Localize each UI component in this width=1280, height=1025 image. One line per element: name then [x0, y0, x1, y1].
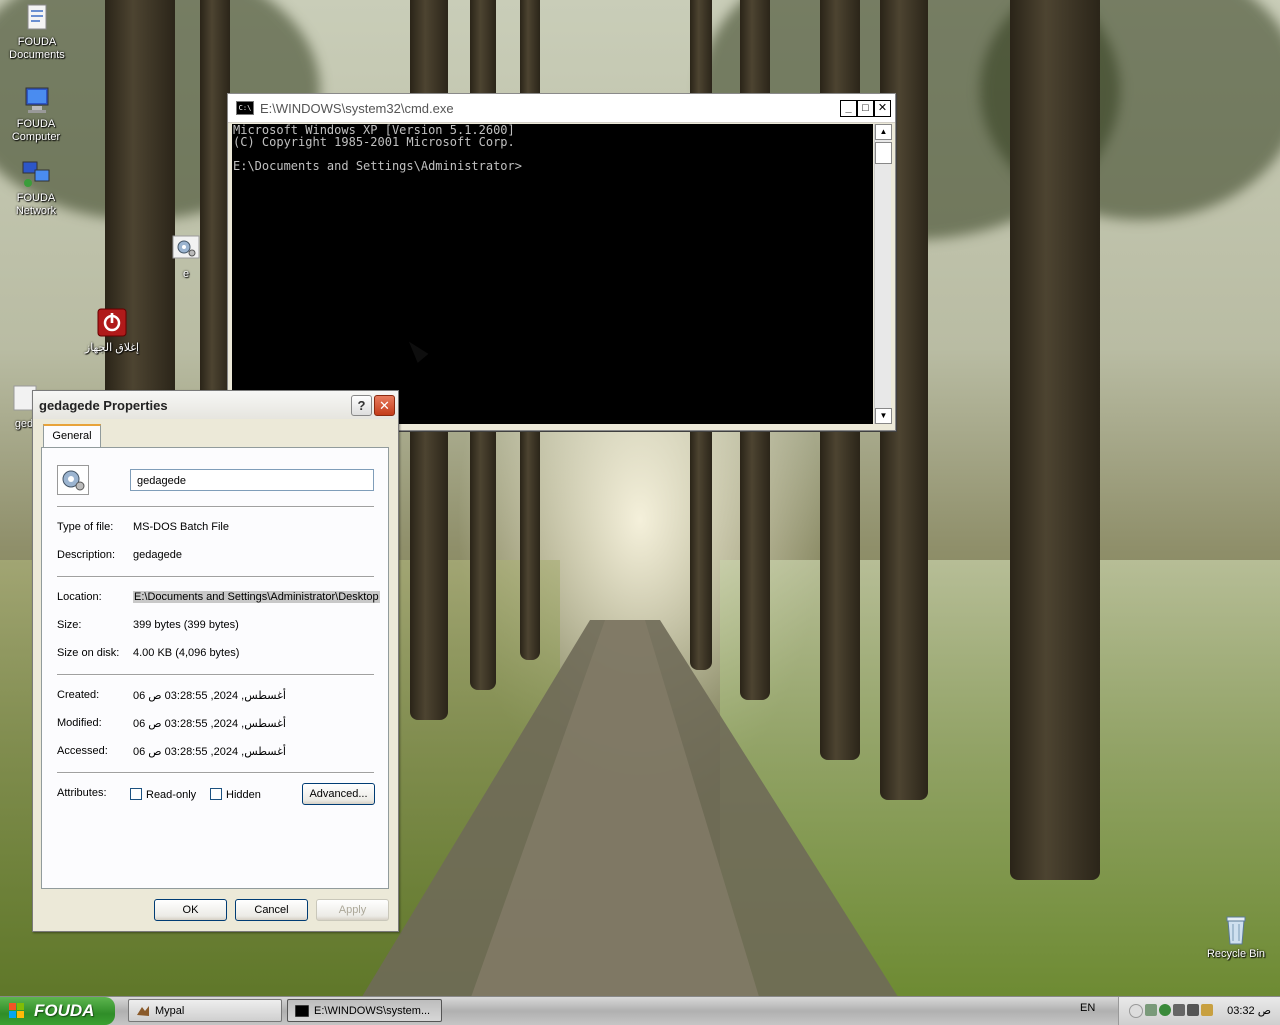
created-label: Created: — [57, 689, 100, 701]
desktop-icon-recycle-bin[interactable]: Recycle Bin — [1200, 914, 1272, 961]
clock[interactable]: 03:32 ص — [1227, 997, 1271, 1025]
dialog-title: gedagede Properties — [39, 397, 168, 413]
created-value: 06 أغسطس, 2024, 03:28:55 ص — [133, 690, 286, 702]
taskbar-button-label: E:\WINDOWS\system... — [314, 1005, 431, 1017]
location-value-wrap: E:\Documents and Settings\Administrator\… — [133, 591, 380, 603]
network-icon — [20, 158, 52, 190]
taskbar-button-label: Mypal — [155, 1005, 185, 1017]
icon-label: إغلاق الجهاز — [84, 342, 140, 354]
accessed-value: 06 أغسطس, 2024, 03:28:55 ص — [133, 746, 286, 758]
taskbar-button-cmd[interactable]: E:\WINDOWS\system... — [287, 999, 442, 1022]
computer-icon — [20, 84, 52, 116]
console-icon: C:\ — [236, 101, 254, 115]
size-on-disk-value: 4.00 KB (4,096 bytes) — [133, 647, 240, 659]
type-value: MS-DOS Batch File — [133, 521, 229, 533]
scroll-down-arrow-icon[interactable]: ▼ — [875, 408, 892, 424]
dialog-close-button[interactable]: ✕ — [374, 395, 395, 416]
readonly-label[interactable]: Read-only — [146, 789, 196, 801]
accessed-label: Accessed: — [57, 745, 108, 757]
description-value: gedagede — [133, 549, 182, 561]
desktop-icon-documents[interactable]: FOUDA Documents — [1, 2, 73, 62]
size-value: 399 bytes (399 bytes) — [133, 619, 239, 631]
console-scrollbar[interactable]: ▲ ▼ — [874, 124, 892, 424]
ok-button[interactable]: OK — [154, 899, 227, 921]
tray-sound-icon[interactable] — [1173, 1004, 1185, 1016]
desktop-icon-shutdown[interactable]: إغلاق الجهاز — [76, 308, 148, 355]
size-label: Size: — [57, 619, 82, 631]
desktop-icon-network[interactable]: FOUDA Network — [0, 158, 72, 218]
start-label: FOUDA — [34, 1001, 95, 1020]
divider — [57, 772, 374, 774]
scroll-up-arrow-icon[interactable]: ▲ — [875, 124, 892, 140]
general-tab-panel: gedagede Type of file: MS-DOS Batch File… — [41, 447, 389, 889]
tab-general[interactable]: General — [43, 424, 101, 448]
modified-label: Modified: — [57, 717, 102, 729]
console-output[interactable]: Microsoft Windows XP [Version 5.1.2600](… — [232, 124, 873, 424]
location-value[interactable]: E:\Documents and Settings\Administrator\… — [133, 591, 380, 603]
scroll-thumb[interactable] — [875, 142, 892, 164]
type-label: Type of file: — [57, 521, 114, 533]
documents-folder-icon — [21, 2, 53, 34]
tree-trunk — [1010, 0, 1100, 880]
windows-flag-icon — [9, 1003, 24, 1018]
hidden-checkbox[interactable] — [210, 788, 222, 800]
start-button[interactable]: FOUDA — [0, 997, 115, 1025]
taskbar-button-mypal[interactable]: Mypal — [128, 999, 282, 1022]
apply-button[interactable]: Apply — [316, 899, 389, 921]
size-on-disk-label: Size on disk: — [57, 647, 120, 659]
console-icon — [295, 1005, 309, 1017]
close-button[interactable]: ✕ — [874, 100, 891, 117]
icon-label: Computer — [11, 131, 61, 143]
hidden-label[interactable]: Hidden — [226, 789, 261, 801]
tray-security-icon[interactable] — [1159, 1004, 1171, 1016]
icon-label: FOUDA — [17, 36, 57, 48]
desktop-icon-e[interactable]: e — [150, 234, 222, 281]
icon-label: Network — [15, 205, 57, 217]
cmd-window: C:\ E:\WINDOWS\system32\cmd.exe _ □ ✕ Mi… — [227, 93, 896, 431]
icon-label: FOUDA — [16, 118, 56, 130]
attributes-label: Attributes: — [57, 787, 107, 799]
maximize-button[interactable]: □ — [857, 100, 874, 117]
tray-tools-icon[interactable] — [1201, 1004, 1213, 1016]
dialog-title-bar[interactable]: gedagede Properties ? ✕ — [33, 391, 398, 419]
file-name-input[interactable]: gedagede — [130, 469, 374, 491]
batch-file-gear-icon — [57, 465, 89, 495]
divider — [57, 506, 374, 508]
modified-value: 06 أغسطس, 2024, 03:28:55 ص — [133, 718, 286, 730]
icon-label: Documents — [9, 49, 65, 61]
properties-dialog: gedagede Properties ? ✕ General gedagede… — [32, 390, 399, 932]
taskbar: FOUDA Mypal E:\WINDOWS\system... EN 03:3… — [0, 996, 1280, 1025]
divider — [57, 674, 374, 676]
tray-expand-icon[interactable] — [1129, 1004, 1143, 1018]
batch-file-gear-icon — [170, 234, 202, 266]
language-indicator[interactable]: EN — [1080, 1002, 1095, 1014]
tray-tool-icon[interactable] — [1187, 1004, 1199, 1016]
divider — [57, 576, 374, 578]
mypal-browser-icon — [137, 1006, 149, 1016]
location-label: Location: — [57, 591, 102, 603]
system-tray: 03:32 ص — [1118, 997, 1280, 1025]
cmd-title-bar[interactable]: C:\ E:\WINDOWS\system32\cmd.exe _ □ ✕ — [228, 94, 895, 123]
readonly-checkbox[interactable] — [130, 788, 142, 800]
advanced-button[interactable]: Advanced... — [302, 783, 375, 805]
cmd-title-text: E:\WINDOWS\system32\cmd.exe — [260, 100, 454, 116]
desktop-icon-computer[interactable]: FOUDA Computer — [0, 84, 72, 144]
recycle-bin-icon — [1220, 914, 1252, 946]
tray-network-icon[interactable] — [1145, 1004, 1157, 1016]
console-prompt: E:\Documents and Settings\Administrator> — [233, 159, 522, 173]
icon-label: Recycle Bin — [1206, 948, 1266, 960]
help-button[interactable]: ? — [351, 395, 372, 416]
icon-label: e — [182, 268, 190, 280]
minimize-button[interactable]: _ — [840, 100, 857, 117]
power-icon — [96, 308, 128, 340]
cancel-button[interactable]: Cancel — [235, 899, 308, 921]
console-line: (C) Copyright 1985-2001 Microsoft Corp. — [233, 135, 515, 149]
icon-label: FOUDA — [16, 192, 56, 204]
description-label: Description: — [57, 549, 116, 561]
